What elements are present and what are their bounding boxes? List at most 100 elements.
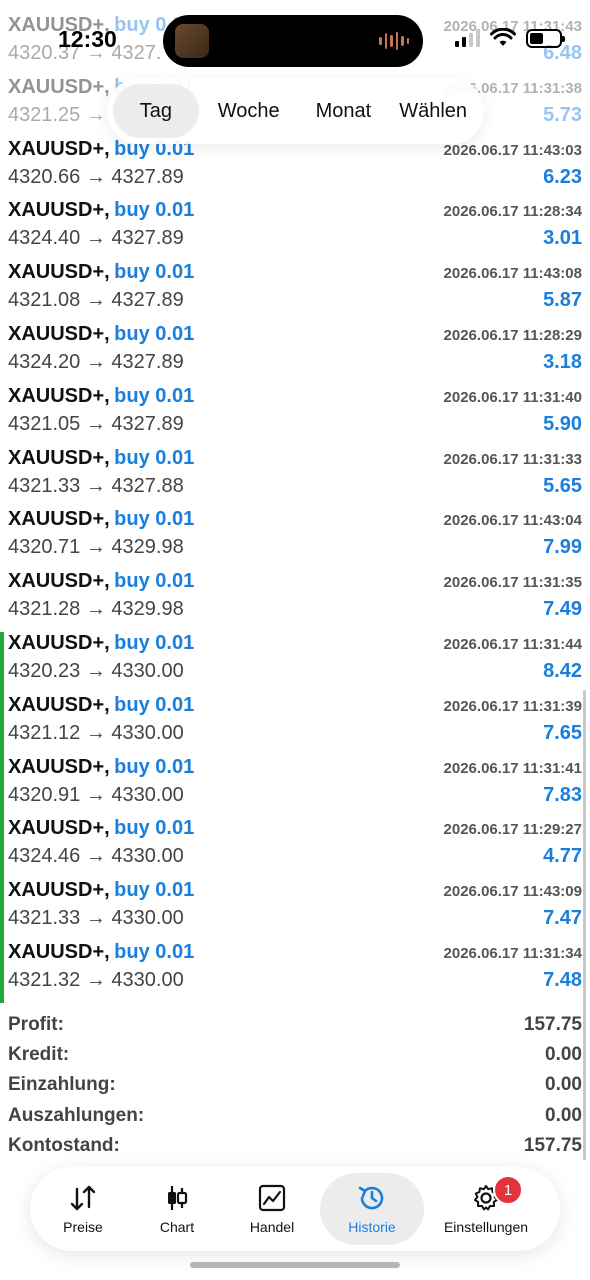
deal-details: 4320.66 → 4327.89 6.23 bbox=[8, 166, 582, 189]
deal-time: 2026.06.17 11:31:41 bbox=[443, 759, 582, 777]
deal-row[interactable]: XAUUSD+, buy 0.01 2026.06.17 11:43:08 4321… bbox=[0, 261, 590, 323]
deal-row[interactable]: XAUUSD+, buy 0.01 2026.06.17 11:43:09 4321… bbox=[0, 879, 590, 941]
deal-prices: 4320.71 → 4329.98 bbox=[8, 536, 184, 559]
deal-title: XAUUSD+, buy 0.01 bbox=[8, 941, 194, 964]
deal-time: 2026.06.17 11:31:44 bbox=[443, 635, 582, 653]
deal-title: XAUUSD+, buy 0.01 bbox=[8, 199, 194, 222]
deal-time: 2026.06.17 11:31:33 bbox=[443, 450, 582, 468]
deal-side: buy 0.01 bbox=[114, 940, 195, 963]
summary-label: Profit: bbox=[8, 1014, 64, 1036]
deal-time: 2026.06.17 11:31:39 bbox=[443, 697, 582, 715]
deal-title: XAUUSD+, buy 0.01 bbox=[8, 508, 194, 531]
wifi-icon bbox=[490, 28, 516, 46]
audio-waveform-icon bbox=[379, 31, 409, 51]
tab-settings[interactable]: Einstellungen 1 bbox=[424, 1173, 548, 1245]
summary-row: Auszahlungen: 0.00 bbox=[8, 1101, 582, 1131]
deal-side: buy 0.01 bbox=[114, 570, 195, 593]
period-tab-custom[interactable]: Wählen bbox=[388, 84, 478, 138]
deal-side: buy 0.01 bbox=[114, 879, 195, 902]
deal-row[interactable]: XAUUSD+, buy 0.01 2026.06.17 11:31:35 4321… bbox=[0, 570, 590, 632]
deal-profit: 8.42 bbox=[543, 659, 582, 682]
deal-profit: 5.65 bbox=[543, 474, 582, 497]
deal-row[interactable]: XAUUSD+, buy 0.01 2026.06.17 11:43:04 4320… bbox=[0, 508, 590, 570]
deal-profit: 7.99 bbox=[543, 536, 582, 559]
tab-quotes[interactable]: Preise bbox=[36, 1173, 130, 1245]
deal-profit: 7.83 bbox=[543, 783, 582, 806]
deal-row[interactable]: XAUUSD+, buy 0.01 2026.06.17 11:31:44 4320… bbox=[0, 631, 590, 694]
deal-row[interactable]: XAUUSD+, buy 0.01 2026.06.17 11:31:39 4321… bbox=[0, 693, 590, 756]
deal-symbol: XAUUSD+, bbox=[8, 446, 110, 469]
summary-row: Einzahlung: 0.00 bbox=[8, 1070, 582, 1100]
deal-row[interactable]: XAUUSD+, buy 0.01 2026.06.17 11:31:40 4321… bbox=[0, 385, 590, 447]
deal-prices: 4320.23 → 4330.00 bbox=[8, 659, 184, 682]
deal-row[interactable]: XAUUSD+, buy 0.01 2026.06.17 11:31:41 4320… bbox=[0, 755, 590, 818]
deal-header: XAUUSD+, buy 0.01 2026.06.17 11:31:34 bbox=[8, 941, 582, 964]
summary-value: 0.00 bbox=[545, 1104, 582, 1126]
deal-prices: 4324.40 → 4327.89 bbox=[8, 227, 184, 250]
deal-details: 4321.08 → 4327.89 5.87 bbox=[8, 289, 582, 312]
now-playing-artwork bbox=[175, 24, 209, 58]
deal-header: XAUUSD+, buy 0.01 2026.06.17 11:31:33 bbox=[8, 447, 582, 470]
deals-list: XAUUSD+, buy 0.01 2026.06.17 11:31:43 4320… bbox=[0, 14, 590, 1003]
deal-details: 4320.91 → 4330.00 7.83 bbox=[8, 784, 582, 807]
deal-row[interactable]: XAUUSD+, buy 0.01 2026.06.17 11:29:27 4324… bbox=[0, 817, 590, 879]
period-tab-day[interactable]: Tag bbox=[113, 84, 199, 138]
summary-label: Kontostand: bbox=[8, 1134, 120, 1156]
deal-details: 4321.33 → 4327.88 5.65 bbox=[8, 475, 582, 498]
summary-value: 157.75 bbox=[523, 1134, 582, 1156]
deal-prices: 4321.25 → bbox=[8, 103, 106, 126]
deal-prices: 4324.46 → 4330.00 bbox=[8, 845, 184, 868]
deal-prices: 4324.20 → 4327.89 bbox=[8, 350, 184, 373]
summary-label: Auszahlungen: bbox=[8, 1104, 145, 1126]
notification-badge: 1 bbox=[493, 1175, 523, 1205]
deal-symbol: XAUUSD+, bbox=[8, 879, 110, 902]
tab-trade[interactable]: Handel bbox=[224, 1173, 320, 1245]
deal-details: 4320.23 → 4330.00 8.42 bbox=[8, 660, 582, 683]
deal-symbol: XAUUSD+, bbox=[8, 508, 110, 531]
deal-side: buy 0.01 bbox=[114, 755, 195, 778]
deal-prices: 4321.12 → 4330.00 bbox=[8, 721, 184, 744]
summary-label: Kredit: bbox=[8, 1044, 70, 1066]
tab-history[interactable]: Historie bbox=[320, 1173, 424, 1245]
deal-side: buy 0.01 bbox=[114, 384, 195, 407]
deal-row[interactable]: XAUUSD+, buy 0.01 2026.06.17 11:43:03 4320… bbox=[0, 138, 590, 200]
deal-side: buy 0.01 bbox=[114, 631, 195, 654]
candlestick-icon bbox=[162, 1183, 192, 1213]
tab-chart[interactable]: Chart bbox=[130, 1173, 224, 1245]
deal-row[interactable]: XAUUSD+, buy 0.01 2026.06.17 11:31:33 4321… bbox=[0, 447, 590, 509]
deal-prices: 4321.33 → 4327.88 bbox=[8, 474, 184, 497]
deal-side: buy 0.01 bbox=[114, 322, 195, 345]
deal-header: XAUUSD+, buy 0.01 2026.06.17 11:31:39 bbox=[8, 694, 582, 717]
deal-time: 2026.06.17 11:43:08 bbox=[443, 265, 582, 283]
deal-header: XAUUSD+, buy 0.01 2026.06.17 11:31:44 bbox=[8, 632, 582, 655]
deal-prices: 4321.32 → 4330.00 bbox=[8, 968, 184, 991]
deal-details: 4321.28 → 4329.98 7.49 bbox=[8, 598, 582, 621]
deal-header: XAUUSD+, buy 0.01 2026.06.17 11:29:27 bbox=[8, 817, 582, 840]
deal-title: XAUUSD+, buy 0.01 bbox=[8, 570, 194, 593]
deal-profit: 4.77 bbox=[543, 845, 582, 868]
deal-symbol: XAUUSD+, bbox=[8, 693, 110, 716]
home-indicator[interactable] bbox=[190, 1262, 400, 1268]
deal-row[interactable]: XAUUSD+, buy 0.01 2026.06.17 11:28:29 4324… bbox=[0, 323, 590, 385]
deal-prices: 4321.33 → 4330.00 bbox=[8, 907, 184, 930]
deal-header: XAUUSD+, buy 0.01 2026.06.17 11:31:40 bbox=[8, 385, 582, 408]
period-selector: Tag Woche Monat Wählen bbox=[107, 78, 484, 144]
dynamic-island[interactable] bbox=[163, 15, 423, 67]
deal-title: XAUUSD+, buy 0.01 bbox=[8, 261, 194, 284]
status-bar: 12:30 bbox=[0, 0, 590, 80]
deal-symbol: XAUUSD+, bbox=[8, 384, 110, 407]
tab-label: Preise bbox=[63, 1219, 103, 1235]
deal-profit: 3.01 bbox=[543, 227, 582, 250]
deal-title: XAUUSD+, buy 0.01 bbox=[8, 756, 194, 779]
deal-row[interactable]: XAUUSD+, buy 0.01 2026.06.17 11:31:34 4321… bbox=[0, 940, 590, 1003]
deal-details: 4320.71 → 4329.98 7.99 bbox=[8, 536, 582, 559]
line-chart-icon bbox=[257, 1183, 287, 1213]
deal-symbol: XAUUSD+, bbox=[8, 755, 110, 778]
period-tab-month[interactable]: Monat bbox=[299, 84, 389, 138]
deal-row[interactable]: XAUUSD+, buy 0.01 2026.06.17 11:28:34 4324… bbox=[0, 199, 590, 261]
cellular-signal-icon bbox=[455, 29, 480, 47]
deal-header: XAUUSD+, buy 0.01 2026.06.17 11:43:04 bbox=[8, 508, 582, 531]
deal-time: 2026.06.17 11:28:34 bbox=[443, 203, 582, 221]
deal-title: XAUUSD+, buy 0.01 bbox=[8, 447, 194, 470]
period-tab-week[interactable]: Woche bbox=[199, 84, 299, 138]
